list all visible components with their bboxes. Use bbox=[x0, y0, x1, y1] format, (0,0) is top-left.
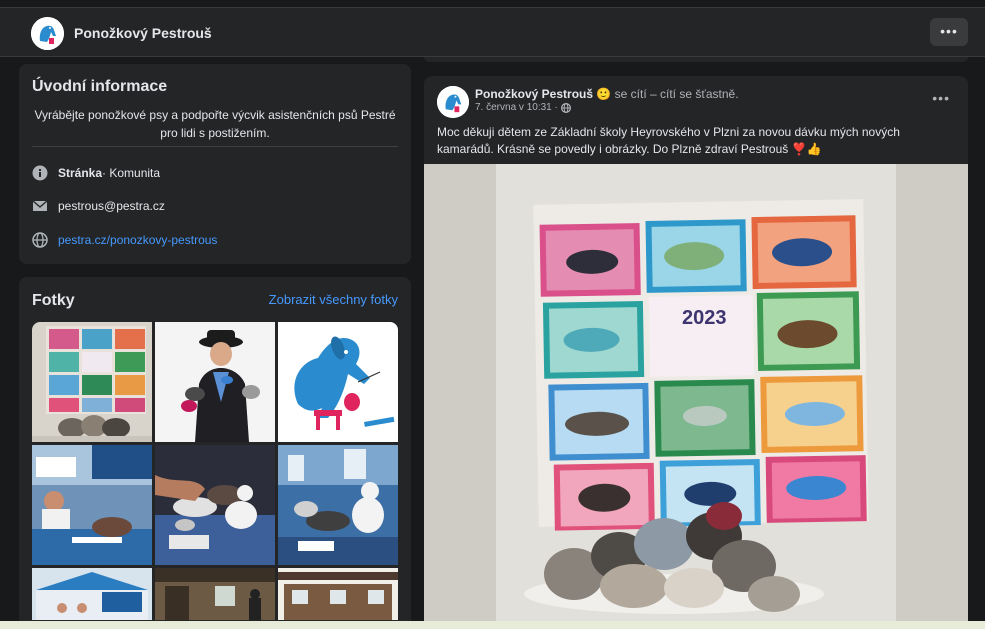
page-title[interactable]: Ponožkový Pestrouš bbox=[74, 25, 212, 41]
info-row-category: Stránka · Komunita bbox=[32, 165, 160, 181]
more-options-button[interactable]: ••• bbox=[930, 18, 968, 46]
mail-icon bbox=[32, 198, 48, 214]
poster-center-text: 2023 bbox=[682, 307, 727, 329]
post-feeling: 🙂 se cítí – cítí se šťastně. bbox=[593, 87, 739, 101]
dog-logo-icon bbox=[437, 86, 469, 118]
category-name: · Komunita bbox=[102, 166, 161, 180]
post-date-line: 7. června v 10:31 · bbox=[475, 102, 571, 113]
post-text: Moc děkuji dětem ze Základní školy Heyro… bbox=[437, 125, 900, 156]
info-icon bbox=[32, 165, 48, 181]
photos-title: Fotky bbox=[32, 292, 75, 309]
photos-card: Fotky Zobrazit všechny fotky bbox=[19, 277, 411, 629]
photo-blue-tent[interactable] bbox=[32, 568, 152, 620]
photo-wooden-house[interactable] bbox=[278, 568, 398, 620]
website-link[interactable]: pestra.cz/ponozkovy-pestrous bbox=[58, 233, 217, 247]
see-all-photos-link[interactable]: Zobrazit všechny fotky bbox=[269, 292, 398, 307]
globe-icon bbox=[32, 232, 48, 248]
photo-sock-dogs-table[interactable] bbox=[155, 445, 275, 565]
post-author-line: Ponožkový Pestrouš 🙂 se cítí – cítí se š… bbox=[475, 87, 739, 101]
globe-icon bbox=[560, 102, 571, 113]
photo-sock-dogs-stall[interactable] bbox=[278, 445, 398, 565]
post-photo[interactable]: 2023 bbox=[424, 164, 968, 629]
photo-outdoor-stand[interactable] bbox=[32, 445, 152, 565]
intro-description: Vyrábějte ponožkové psy a podpořte výcvi… bbox=[34, 108, 396, 140]
photo-drawings-wall[interactable] bbox=[32, 322, 152, 442]
post-date[interactable]: 7. června v 10:31 · bbox=[475, 102, 558, 113]
post-author-name[interactable]: Ponožkový Pestrouš bbox=[475, 87, 593, 101]
divider bbox=[32, 146, 398, 147]
category-type: Stránka bbox=[58, 166, 103, 180]
taskbar-edge bbox=[0, 621, 985, 629]
photo-dog-logo[interactable] bbox=[278, 322, 398, 442]
intro-card: Úvodní informace Vyrábějte ponožkové psy… bbox=[19, 64, 411, 264]
dog-logo-icon bbox=[31, 17, 64, 50]
photo-building-door[interactable] bbox=[155, 568, 275, 620]
photo-man-in-hat[interactable] bbox=[155, 322, 275, 442]
browser-top-line bbox=[0, 0, 985, 8]
post-more-button[interactable]: ••• bbox=[932, 90, 950, 106]
previous-card-edge bbox=[424, 57, 968, 62]
post-author-avatar[interactable] bbox=[437, 86, 469, 118]
intro-title: Úvodní informace bbox=[32, 78, 168, 95]
email-text[interactable]: pestrous@pestra.cz bbox=[58, 199, 165, 213]
page-avatar[interactable] bbox=[31, 17, 64, 50]
info-row-website: pestra.cz/ponozkovy-pestrous bbox=[32, 232, 217, 248]
info-row-email: pestrous@pestra.cz bbox=[32, 198, 165, 214]
photo-grid bbox=[32, 322, 398, 620]
post-card: Ponožkový Pestrouš 🙂 se cítí – cítí se š… bbox=[424, 76, 968, 629]
